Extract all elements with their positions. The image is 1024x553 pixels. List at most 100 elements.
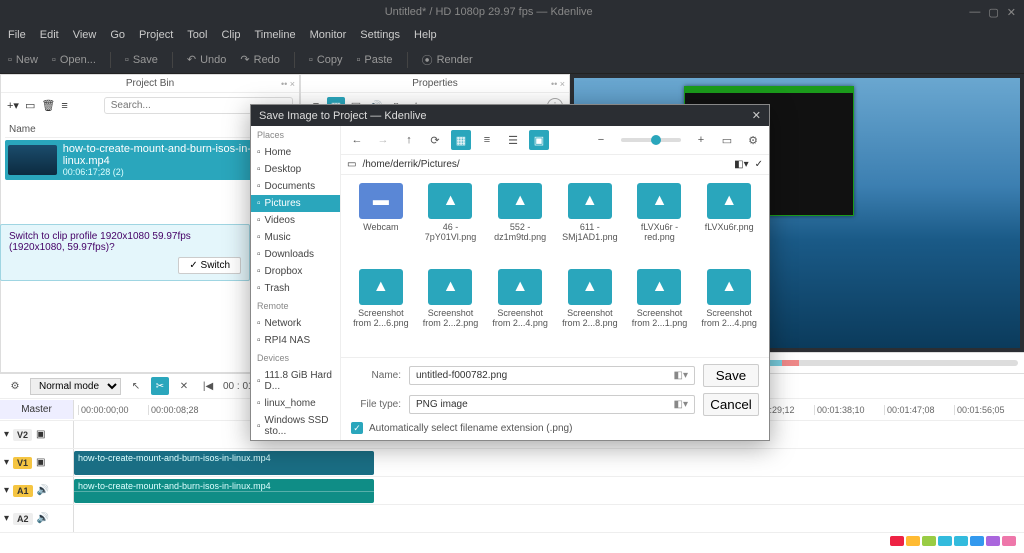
menu-help[interactable]: Help [414,29,437,41]
menu-tool[interactable]: Tool [187,29,207,41]
color-seg[interactable] [906,536,920,546]
place-home[interactable]: ▫Home [251,144,340,161]
place-windows-ssd-sto-[interactable]: ▫Windows SSD sto... [251,412,340,440]
place-desktop[interactable]: ▫Desktop [251,161,340,178]
clear-icon[interactable]: ◧▾ [674,370,688,381]
preview-icon[interactable]: ▣ [529,130,549,150]
clear-icon[interactable]: ◧▾ [674,399,688,410]
file-item[interactable]: ▲611 - SMj1AD1.png [558,183,622,263]
settings-icon[interactable]: ⚙ [6,377,24,395]
color-seg[interactable] [954,536,968,546]
dialog-close-icon[interactable]: ✕ [752,109,761,122]
mute-icon[interactable]: 🔊 [37,485,49,496]
menu-go[interactable]: Go [110,29,125,41]
file-item[interactable]: ▲fLVXu6r.png [697,183,761,263]
paste-button[interactable]: ▫ Paste [357,54,393,66]
track-a2[interactable]: ▾ A2 🔊 [0,505,1024,533]
master-track[interactable]: Master [0,400,74,419]
place-downloads[interactable]: ▫Downloads [251,246,340,263]
add-clip-icon[interactable]: +▾ [7,99,19,112]
new-button[interactable]: ▫ New [8,54,38,66]
color-seg[interactable] [890,536,904,546]
zoom-out-icon[interactable]: − [591,130,611,150]
save-button[interactable]: ▫ Save [125,54,158,66]
menu-edit[interactable]: Edit [40,29,59,41]
filetype-select[interactable]: PNG image [416,399,468,410]
filename-input[interactable]: untitled-f000782.png [416,370,507,381]
pointer-tool-icon[interactable]: ↖ [127,377,145,395]
menu-clip[interactable]: Clip [221,29,240,41]
forward-icon[interactable]: → [373,130,393,150]
close-icon[interactable]: ✕ [1007,6,1016,19]
zoom-slider[interactable] [621,138,681,142]
file-item[interactable]: ▲fLVXu6r - red.png [628,183,692,263]
color-seg[interactable] [922,536,936,546]
icons-view-icon[interactable]: ▦ [451,130,471,150]
menu-timeline[interactable]: Timeline [254,29,295,41]
file-item[interactable]: ▲Screenshot from 2...2.png [419,269,483,349]
switch-button[interactable]: ✓ Switch [178,257,241,274]
file-item[interactable]: ▲Screenshot from 2...6.png [349,269,413,349]
place-documents[interactable]: ▫Documents [251,178,340,195]
render-button[interactable]: ⦿ Render [422,52,473,68]
file-item[interactable]: ▲552 - dz1m9td.png [488,183,552,263]
place-dropbox[interactable]: ▫Dropbox [251,263,340,280]
up-icon[interactable]: ↑ [399,130,419,150]
place-music[interactable]: ▫Music [251,229,340,246]
copy-button[interactable]: ▫ Copy [309,54,343,66]
menu-file[interactable]: File [8,29,26,41]
bookmark-icon[interactable]: ◧▾ [734,159,748,170]
cancel-button[interactable]: Cancel [703,393,759,416]
file-item[interactable]: ▲46 - 7pY01Vl.png [419,183,483,263]
back-icon[interactable]: ← [347,130,367,150]
settings-icon[interactable]: ⚙ [743,130,763,150]
zoom-in-icon[interactable]: + [691,130,711,150]
path[interactable]: /home/derrik/Pictures/ [362,159,459,170]
place-videos[interactable]: ▫Videos [251,212,340,229]
menu-project[interactable]: Project [139,29,173,41]
details-view-icon[interactable]: ☰ [503,130,523,150]
auto-ext-checkbox[interactable]: ✓ [351,422,363,434]
save-button[interactable]: Save [703,364,759,387]
file-item[interactable]: ▲Screenshot from 2...4.png [697,269,761,349]
menu-view[interactable]: View [73,29,97,41]
video-clip[interactable]: how-to-create-mount-and-burn-isos-in-lin… [74,451,374,475]
file-item[interactable]: ▲Screenshot from 2...4.png [488,269,552,349]
place-linux_home[interactable]: ▫linux_home [251,395,340,412]
track-v1[interactable]: ▾ V1 ▣ how-to-create-mount-and-burn-isos… [0,449,1024,477]
place-trash[interactable]: ▫Trash [251,280,340,297]
new-folder-icon[interactable]: ▭ [717,130,737,150]
delete-icon[interactable]: 🗑 [41,99,55,112]
file-item[interactable]: ▲Screenshot from 2...1.png [628,269,692,349]
folder-icon[interactable]: ▭ [25,99,35,112]
tag-icon[interactable]: ≡ [61,100,67,112]
edit-mode-select[interactable]: Normal mode [30,378,121,395]
color-seg[interactable] [938,536,952,546]
prev-keyframe-icon[interactable]: |◀ [199,377,217,395]
place-pictures[interactable]: ▫Pictures [251,195,340,212]
maximize-icon[interactable]: ▢ [988,6,998,19]
mute-icon[interactable]: ▣ [36,457,45,468]
color-seg[interactable] [1002,536,1016,546]
compact-view-icon[interactable]: ≡ [477,130,497,150]
spacer-tool-icon[interactable]: ✕ [175,377,193,395]
razor-tool-icon[interactable]: ✂ [151,377,169,395]
reload-icon[interactable]: ⟳ [425,130,445,150]
mute-icon[interactable]: ▣ [36,429,45,440]
place-rpi4-nas[interactable]: ▫RPI4 NAS [251,332,340,349]
place-111-8-gib-hard-d-[interactable]: ▫111.8 GiB Hard D... [251,367,340,395]
accept-path-icon[interactable]: ✓ [755,159,763,170]
audio-clip[interactable]: how-to-create-mount-and-burn-isos-in-lin… [74,479,374,503]
mute-icon[interactable]: 🔊 [37,513,49,524]
color-seg[interactable] [970,536,984,546]
track-a1[interactable]: ▾ A1 🔊 how-to-create-mount-and-burn-isos… [0,477,1024,505]
color-seg[interactable] [986,536,1000,546]
redo-button[interactable]: ↷ Redo [240,53,280,66]
file-item[interactable]: ▬Webcam [349,183,413,263]
menu-monitor[interactable]: Monitor [310,29,347,41]
open-button[interactable]: ▫ Open... [52,54,96,66]
file-item[interactable]: ▲Screenshot from 2...8.png [558,269,622,349]
minimize-icon[interactable]: — [969,6,980,19]
undo-button[interactable]: ↶ Undo [187,53,227,66]
place-network[interactable]: ▫Network [251,315,340,332]
